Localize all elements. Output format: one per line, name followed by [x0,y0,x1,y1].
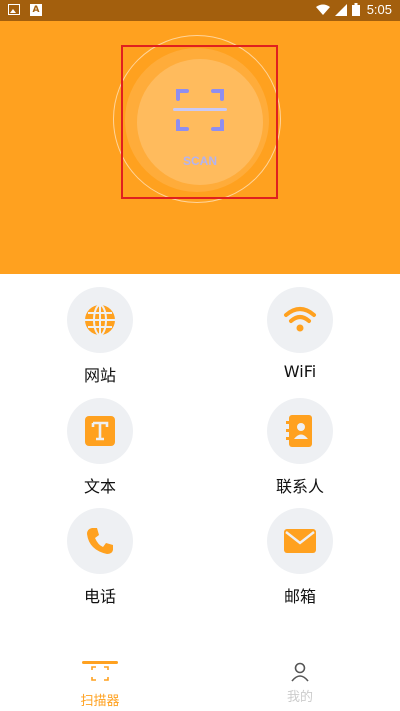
scan-type-grid: 网站 WiFi 文本 联系人 电话 邮箱 [0,274,400,634]
grid-label: 文本 [83,477,116,496]
grid-icon-circle [67,398,133,464]
nav-item-scanner[interactable]: 扫描器 [40,634,160,709]
bottom-nav: 扫描器 我的 [0,634,400,711]
grid-item-phone[interactable]: 电话 [40,508,160,607]
person-icon [291,662,309,682]
grid-label: 网站 [83,366,116,385]
nav-label-scanner: 扫描器 [80,694,120,709]
grid-icon-circle [267,508,333,574]
grid-item-email[interactable]: 邮箱 [240,508,360,607]
status-bar: A 5:05 [0,0,400,21]
wifi-signal-icon [315,4,330,15]
text-icon [85,416,115,446]
globe-icon [85,304,115,336]
status-time: 5:05 [366,2,392,17]
grid-item-website[interactable]: 网站 [40,287,160,386]
image-notification-icon [8,4,20,15]
scan-button[interactable] [121,45,278,199]
nav-label-mine: 我的 [286,690,313,705]
header: SCAN [0,21,400,274]
phone-icon [87,528,113,554]
grid-label: WiFi [283,362,317,381]
grid-item-text[interactable]: 文本 [40,398,160,497]
grid-item-contacts[interactable]: 联系人 [240,398,360,497]
grid-icon-circle [67,287,133,353]
cell-signal-icon [334,3,347,16]
app-notification-icon: A [30,4,42,16]
contacts-icon [286,415,312,447]
nav-item-mine[interactable]: 我的 [240,634,360,705]
grid-item-wifi[interactable]: WiFi [240,287,360,381]
wifi-icon [284,307,316,332]
grid-label: 邮箱 [283,587,316,606]
mail-icon [284,529,316,553]
scanner-icon [82,661,118,681]
grid-icon-circle [67,508,133,574]
grid-label: 电话 [83,587,116,606]
battery-icon [351,3,360,16]
grid-label: 联系人 [275,477,324,496]
grid-icon-circle [267,398,333,464]
grid-icon-circle [267,287,333,353]
